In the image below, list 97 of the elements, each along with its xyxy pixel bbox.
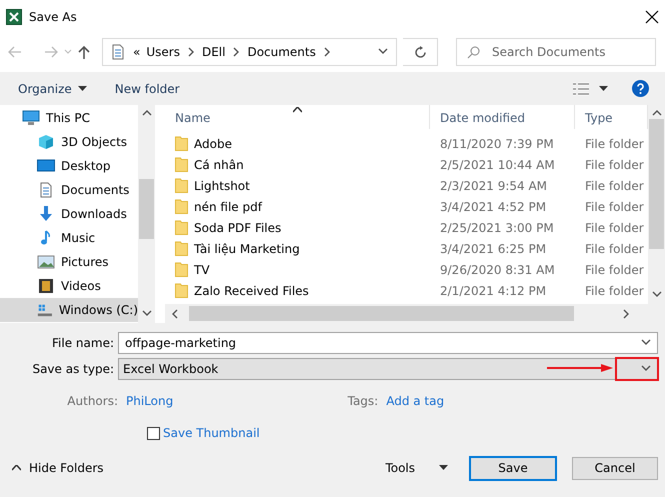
refresh-button[interactable]: [403, 38, 438, 66]
type-cell-text: File folder: [584, 178, 645, 192]
file-name-input[interactable]: offpage-marketing: [123, 335, 641, 351]
type-cell-text: File folder: [584, 262, 645, 276]
date-cell-text: 8/11/2020 7:39 PM: [439, 136, 555, 150]
field-label: File name:: [51, 336, 115, 350]
highlight-frame: [615, 357, 659, 381]
authors-link[interactable]: PhiLong: [126, 394, 174, 408]
sidebar-item[interactable]: 3D Objects: [0, 130, 138, 154]
save-thumbnail-label[interactable]: Save Thumbnail: [163, 426, 260, 440]
scrollbar-thumb[interactable]: [189, 306, 574, 321]
close-icon[interactable]: [645, 10, 659, 24]
breadcrumb-item[interactable]: Documents: [247, 45, 316, 59]
add-tag-link[interactable]: Add a tag: [386, 394, 444, 408]
sidebar-item[interactable]: Windows (C:): [0, 298, 138, 322]
sidebar-item[interactable]: Documents: [0, 178, 138, 202]
folder-icon: [175, 157, 188, 172]
scrollbar-thumb[interactable]: [139, 179, 154, 239]
scrollbar-thumb[interactable]: [649, 119, 664, 249]
desktop-icon: [37, 158, 55, 174]
view-options-icon[interactable]: [573, 82, 589, 94]
hide-folders-button[interactable]: Hide Folders: [10, 459, 106, 477]
sidebar-item[interactable]: Videos: [0, 274, 138, 298]
search-icon: [467, 46, 480, 58]
up-arrow-icon[interactable]: [78, 45, 90, 59]
sidebar-item[interactable]: Desktop: [0, 154, 138, 178]
sidebar-item[interactable]: This PC: [0, 106, 138, 130]
save-button[interactable]: Save: [470, 456, 556, 480]
window-title: Save As: [29, 10, 78, 24]
search-input[interactable]: Search Documents: [490, 44, 655, 60]
date-cell-text: 3/4/2021 4:52 PM: [439, 200, 548, 214]
caret-icon: [78, 86, 87, 92]
organize-menu[interactable]: Organize: [16, 80, 89, 98]
date-cell-text: 2/25/2021 3:00 PM: [439, 220, 555, 234]
file-name-cell[interactable]: TV: [165, 262, 430, 277]
save-type-dropdown[interactable]: Excel Workbook: [118, 358, 658, 380]
folder-icon: [175, 283, 188, 298]
horizontal-scrollbar[interactable]: [165, 304, 665, 323]
field-label: Save as type:: [31, 362, 115, 376]
type-cell-text: File folder: [584, 200, 645, 214]
field-label: Tags:: [348, 394, 378, 408]
new-folder-button[interactable]: New folder: [112, 80, 182, 98]
caret-icon: [439, 465, 448, 471]
date-cell-text: 2/5/2021 10:44 AM: [439, 158, 556, 172]
drive-icon: [37, 302, 53, 318]
type-cell-text: File folder: [584, 242, 645, 256]
cube-icon: [37, 134, 55, 150]
chevron-icon[interactable]: [231, 47, 242, 57]
picture-icon: [37, 254, 55, 270]
type-cell-text: File folder: [584, 158, 645, 172]
folder-icon: [175, 136, 188, 151]
file-name-cell[interactable]: Lightshot: [165, 178, 430, 193]
film-icon: [37, 278, 55, 294]
sidebar-item[interactable]: Music: [0, 226, 138, 250]
help-icon[interactable]: [632, 80, 649, 97]
breadcrumb-item[interactable]: Users: [146, 45, 180, 59]
file-name-cell[interactable]: nén file pdf: [165, 199, 430, 214]
refresh-icon: [414, 46, 426, 58]
caret-icon: [12, 465, 21, 471]
file-name-cell[interactable]: Tài liệu Marketing: [165, 241, 430, 256]
folder-icon: [175, 262, 188, 277]
breadcrumb-item[interactable]: DEll: [202, 45, 226, 59]
thumbnail-checkbox[interactable]: [147, 426, 160, 440]
download-icon: [37, 206, 55, 222]
chevron-icon[interactable]: [322, 47, 332, 57]
folder-icon: [175, 178, 188, 193]
file-name-field[interactable]: offpage-marketing: [118, 332, 658, 354]
cancel-button[interactable]: Cancel: [572, 456, 658, 480]
file-name-cell[interactable]: Soda PDF Files: [165, 220, 430, 235]
folder-icon: [175, 199, 188, 214]
address-bar[interactable]: « Users DEll Documents: [102, 38, 397, 66]
file-name-cell[interactable]: Adobe: [165, 136, 430, 151]
caret-icon: [599, 86, 608, 92]
column-header[interactable]: Name: [165, 105, 430, 129]
file-name-cell[interactable]: Cá nhân: [165, 157, 430, 172]
chevron-icon[interactable]: [621, 308, 631, 318]
tools-menu[interactable]: Tools: [383, 459, 450, 477]
sidebar-item[interactable]: Pictures: [0, 250, 138, 274]
type-cell-text: File folder: [584, 284, 645, 298]
search-field[interactable]: Search Documents: [456, 38, 656, 66]
sidebar-item[interactable]: Downloads: [0, 202, 138, 226]
field-label: Authors:: [67, 394, 118, 408]
file-name-cell[interactable]: Zalo Received Files: [165, 283, 430, 298]
overflow-chevron[interactable]: «: [133, 45, 140, 59]
date-cell-text: 2/1/2021 4:12 PM: [439, 284, 548, 298]
column-header[interactable]: Date modified: [430, 105, 575, 129]
monitor-icon: [22, 110, 40, 126]
date-cell-text: 9/26/2020 8:31 AM: [439, 262, 556, 276]
caret-icon: [293, 107, 302, 113]
type-cell-text: File folder: [584, 136, 645, 150]
folder-icon: [175, 241, 188, 256]
spreadsheet-app-icon: [6, 8, 22, 24]
date-cell-text: 2/3/2021 9:54 AM: [439, 178, 548, 192]
chevron-icon[interactable]: [186, 47, 196, 57]
date-cell-text: 3/4/2021 6:25 PM: [439, 242, 548, 256]
type-cell-text: File folder: [584, 220, 645, 234]
folder-icon: [175, 220, 188, 235]
